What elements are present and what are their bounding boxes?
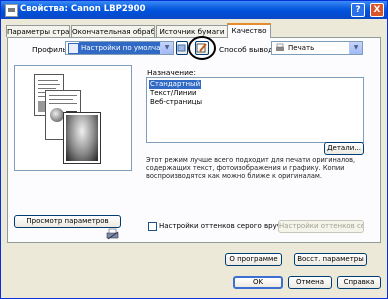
purpose-description: Этот режим лучше всего подходит для печа…	[146, 156, 356, 180]
chevron-down-icon[interactable]: ▼	[160, 42, 173, 54]
help-bottom-button[interactable]: Справка	[337, 276, 381, 289]
profile-icon	[68, 43, 79, 54]
about-button[interactable]: О программе	[225, 253, 282, 266]
cancel-button[interactable]: Отмена	[288, 276, 332, 289]
printer-small-icon	[276, 43, 284, 51]
tab-quality[interactable]: Качество	[227, 23, 271, 38]
purpose-item-text-lines[interactable]: Текст/Линии	[149, 89, 198, 98]
edit-profile-icon	[196, 43, 207, 53]
tab-page-setup[interactable]: Параметры страницы	[6, 25, 70, 37]
preview-page-photo	[63, 112, 101, 164]
grayscale-checkbox[interactable]	[148, 222, 157, 231]
grayscale-checkbox-label: Настройки оттенков серого вручную	[159, 222, 296, 230]
printer-settings-icon	[106, 228, 119, 240]
profile-label: Профиль:	[32, 45, 70, 54]
details-button[interactable]: Детали...	[324, 142, 364, 155]
restore-defaults-button[interactable]: Восст. параметры	[294, 253, 367, 266]
tab-finishing[interactable]: Окончательная обработка	[71, 25, 155, 37]
help-button[interactable]: ?	[351, 3, 365, 17]
purpose-item-standard[interactable]: Стандартный	[149, 80, 202, 89]
print-preview	[14, 65, 132, 171]
profile-edit-button[interactable]	[195, 41, 209, 55]
ok-button[interactable]: OK	[233, 276, 283, 289]
purpose-item-web-pages[interactable]: Веб-страницы	[149, 98, 203, 107]
title-bar[interactable]: Свойства: Canon LBP2900 ? X	[1, 1, 387, 19]
add-profile-icon	[177, 44, 186, 52]
profile-select[interactable]: Настройки по умолчанию ▼	[65, 41, 174, 55]
printer-properties-window: Свойства: Canon LBP2900 ? X Параметры ст…	[0, 0, 388, 299]
view-settings-button[interactable]: Просмотр параметров	[14, 215, 121, 228]
window-title: Свойства: Canon LBP2900	[20, 4, 146, 14]
printer-icon	[5, 4, 18, 17]
output-value: Печать	[288, 44, 315, 52]
purpose-list[interactable]: Стандартный Текст/Линии Веб-страницы	[146, 77, 364, 143]
profile-value: Настройки по умолчанию	[79, 42, 160, 54]
purpose-label: Назначение:	[147, 68, 196, 77]
chevron-down-icon[interactable]: ▼	[349, 42, 362, 54]
close-button[interactable]: X	[370, 3, 384, 17]
output-select[interactable]: Печать ▼	[271, 41, 363, 55]
grayscale-settings-button[interactable]: Настройки оттенков серого...	[278, 220, 364, 233]
